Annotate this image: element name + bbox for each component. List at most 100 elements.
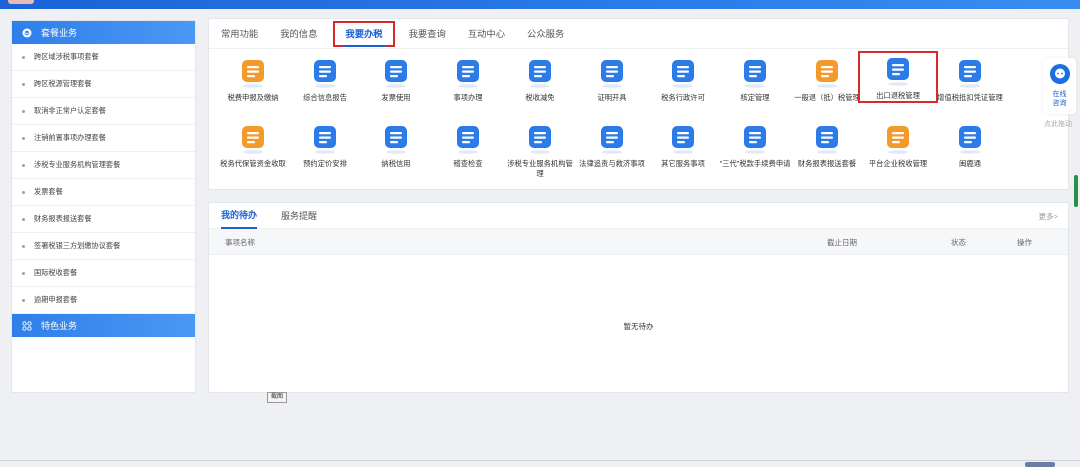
sidebar-item[interactable]: 跨区域涉税事项套餐 xyxy=(12,44,195,71)
tax-relief-icon xyxy=(529,60,551,88)
sidebar-item-label: 逾期申报套餐 xyxy=(34,295,78,304)
gavel-icon xyxy=(601,126,623,154)
function-item-label: 稽查检查 xyxy=(453,159,483,168)
sidebar-item[interactable]: 国际税收套餐 xyxy=(12,260,195,287)
more-link[interactable]: 更多> xyxy=(1039,211,1058,222)
function-item[interactable]: 一般退（抵）税管理 xyxy=(787,57,867,103)
column-deadline: 截止日期 xyxy=(827,238,857,247)
clipboard-icon xyxy=(672,126,694,154)
function-item[interactable]: 税务代保管资金收取 xyxy=(213,123,293,169)
sidebar-item[interactable]: 取消非正常户认定套餐 xyxy=(12,98,195,125)
sidebar-item-label: 国际税收套餐 xyxy=(34,268,78,277)
sidebar-item[interactable]: 逾期申报套餐 xyxy=(12,287,195,314)
sidebar-item-label: 跨区域涉税事项套餐 xyxy=(34,52,99,61)
screenshot-button[interactable]: 截图 xyxy=(267,392,287,403)
sidebar-item[interactable]: 跨区税源管理套餐 xyxy=(12,71,195,98)
function-item[interactable]: 发票使用 xyxy=(356,57,436,103)
chat-icon xyxy=(1049,64,1070,84)
sidebar-item-label: 跨区税源管理套餐 xyxy=(34,79,92,88)
sidebar-item[interactable]: 签署税银三方划缴协议套餐 xyxy=(12,233,195,260)
function-item[interactable]: 核定管理 xyxy=(715,57,795,103)
footer-divider xyxy=(0,460,1080,461)
sidebar-item[interactable]: 财务报表报送套餐 xyxy=(12,206,195,233)
sidebar-section-title: 套餐业务 xyxy=(41,28,78,38)
tab-service-reminder[interactable]: 服务提醒 xyxy=(281,204,317,228)
tab-query[interactable]: 我要查询 xyxy=(409,19,446,49)
tab-public-service[interactable]: 公众服务 xyxy=(527,19,564,49)
function-item[interactable]: 纳税信用 xyxy=(356,123,436,169)
bullet-icon xyxy=(22,244,25,248)
package-icon xyxy=(22,28,32,38)
function-item[interactable]: 出口退税管理 xyxy=(858,51,938,103)
function-item[interactable]: 证明开具 xyxy=(572,57,652,103)
refund-icon xyxy=(816,60,838,88)
function-item[interactable]: 财务报表报送套餐 xyxy=(787,123,867,169)
function-item[interactable]: 增值税抵扣凭证管理 xyxy=(930,57,1010,103)
function-item[interactable]: 涉税专业服务机构管理 xyxy=(500,123,580,178)
function-item[interactable]: 税费申报及缴纳 xyxy=(213,57,293,103)
tab-my-info[interactable]: 我的信息 xyxy=(280,19,317,49)
column-status: 状态 xyxy=(951,238,966,247)
tab-interaction[interactable]: 互动中心 xyxy=(468,19,505,49)
function-item[interactable]: 综合信息报告 xyxy=(285,57,365,103)
sidebar-item-label: 注销前置事项办理套餐 xyxy=(34,133,106,142)
function-item-label: 一般退（抵）税管理 xyxy=(794,93,860,102)
sidebar-item[interactable]: 注销前置事项办理套餐 xyxy=(12,125,195,152)
sidebar-section-packages[interactable]: 套餐业务 xyxy=(12,21,195,44)
function-item[interactable]: 闽鹿通 xyxy=(930,123,1010,169)
function-item[interactable]: 法律追责与救济事项 xyxy=(572,123,652,169)
vat-deduction-icon xyxy=(959,60,981,88)
sidebar-item[interactable]: 涉税专业服务机构管理套餐 xyxy=(12,152,195,179)
tab-do-tax[interactable]: 我要办税 xyxy=(333,20,395,47)
function-panel: 常用功能 我的信息 我要办税 我要查询 互动中心 公众服务 税费申报及缴纳 综合信… xyxy=(208,18,1069,190)
sidebar-item-label: 签署税银三方划缴协议套餐 xyxy=(34,241,121,250)
sidebar-item-label: 发票套餐 xyxy=(34,187,63,196)
function-item-label: 涉税专业服务机构管理 xyxy=(507,159,573,178)
assessment-icon xyxy=(744,60,766,88)
tab-common[interactable]: 常用功能 xyxy=(221,19,258,49)
scrollbar-thumb[interactable] xyxy=(1074,175,1078,207)
license-icon xyxy=(672,60,694,88)
function-item-label: 出口退税管理 xyxy=(876,91,920,100)
report-stack-icon xyxy=(816,126,838,154)
tax-payment-icon xyxy=(242,60,264,88)
function-item-label: 平台企业税收管理 xyxy=(868,159,928,168)
fee-bag-icon xyxy=(744,126,766,154)
main-tabs: 常用功能 我的信息 我要办税 我要查询 互动中心 公众服务 xyxy=(209,19,1068,49)
sidebar-item[interactable]: 发票套餐 xyxy=(12,179,195,206)
tab-my-todo[interactable]: 我的待办 xyxy=(221,203,258,229)
function-item[interactable]: "三代"税款手续费申请 xyxy=(715,123,795,169)
footer-badge xyxy=(1025,462,1055,467)
function-item-label: 税务代保管资金收取 xyxy=(220,159,286,168)
bullet-icon xyxy=(22,298,25,302)
function-item-label: 闽鹿通 xyxy=(959,159,981,168)
function-item[interactable]: 其它服务事项 xyxy=(643,123,723,169)
function-item[interactable]: 税务行政许可 xyxy=(643,57,723,103)
function-item-label: 核定管理 xyxy=(740,93,770,102)
function-item-label: 法律追责与救济事项 xyxy=(579,159,645,168)
sidebar-section-featured[interactable]: 特色业务 xyxy=(12,314,195,337)
function-item-label: 财务报表报送套餐 xyxy=(797,159,857,168)
table-header: 事项名称 截止日期 状态 操作 xyxy=(209,229,1068,255)
function-item[interactable]: 预约定价安排 xyxy=(285,123,365,169)
grid-icon xyxy=(22,320,32,331)
function-item-label: 税务行政许可 xyxy=(661,93,705,102)
function-item[interactable]: 事项办理 xyxy=(428,57,508,103)
certificate-icon xyxy=(601,60,623,88)
drag-hint: 点此拖动 xyxy=(1044,121,1072,128)
top-header-bar xyxy=(0,0,1080,9)
function-item-label: 税费申报及缴纳 xyxy=(227,93,279,102)
edit-matter-icon xyxy=(457,60,479,88)
function-item[interactable]: 平台企业税收管理 xyxy=(858,123,938,169)
online-consult-button[interactable]: 在线 咨询 xyxy=(1043,58,1076,114)
function-item-label: 综合信息报告 xyxy=(303,93,347,102)
function-item[interactable]: 税收减免 xyxy=(500,57,580,103)
consult-label-line1: 在线 xyxy=(1052,91,1067,98)
todo-tabs: 我的待办 服务提醒 更多> xyxy=(209,203,1068,229)
consult-label-line2: 咨询 xyxy=(1052,100,1067,107)
sidebar: 套餐业务 跨区域涉税事项套餐 跨区税源管理套餐取消非正常户认定套餐注销前置事项办理… xyxy=(11,20,196,393)
function-item[interactable]: 稽查检查 xyxy=(428,123,508,169)
bullet-icon xyxy=(22,271,25,275)
column-action: 操作 xyxy=(1017,238,1032,247)
empty-state-text: 暂无待办 xyxy=(623,322,654,331)
